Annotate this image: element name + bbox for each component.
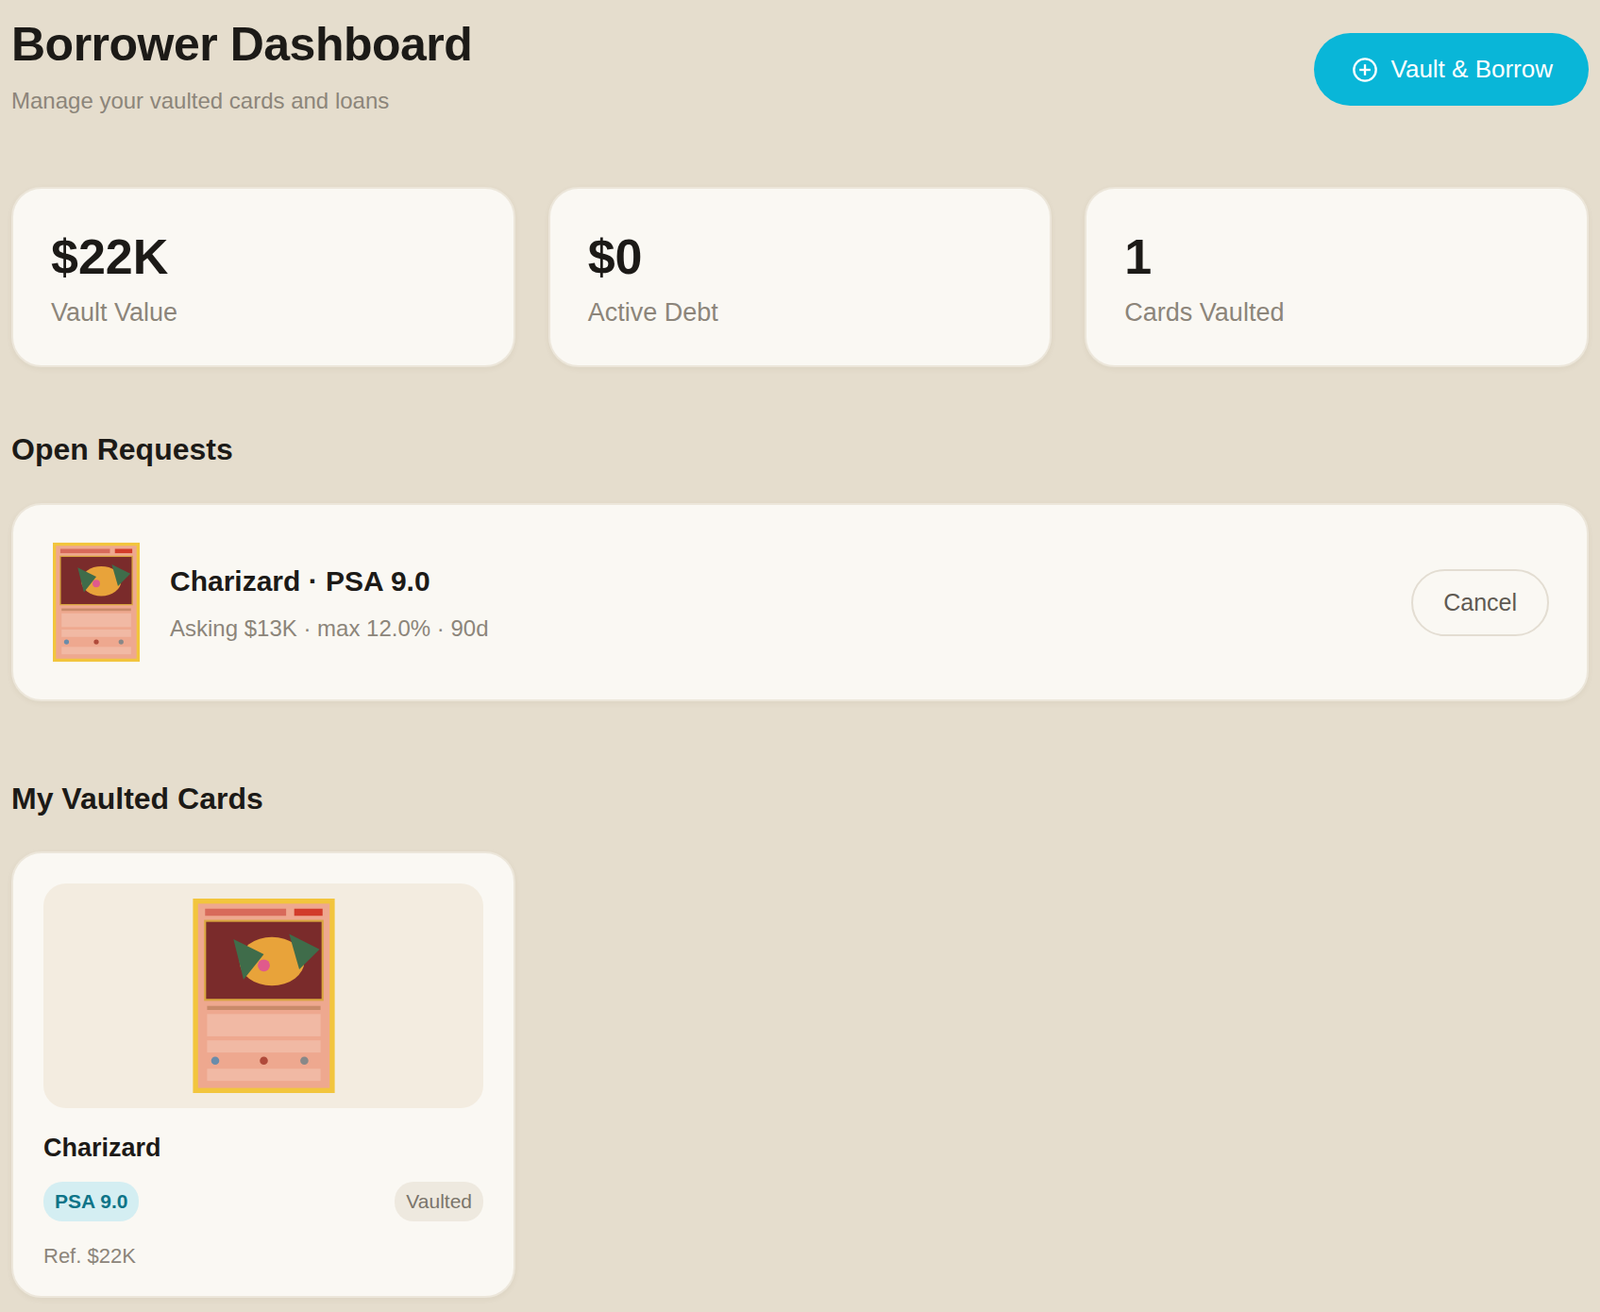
reference-value: Ref. $22K [43,1240,484,1272]
stat-card: $0 Active Debt [548,186,1053,368]
stat-label: Active Debt [588,293,1013,333]
stat-card: $22K Vault Value [11,186,516,368]
stat-label: Cards Vaulted [1124,293,1550,333]
stat-value: $0 [588,230,1013,285]
card-name: Charizard [43,1128,484,1168]
card-image-area [43,883,484,1109]
vault-borrow-button[interactable]: Vault & Borrow [1313,33,1589,106]
status-badge: Vaulted [394,1181,484,1222]
card-thumbnail [52,541,140,663]
plus-circle-icon [1351,56,1379,84]
page-subtitle: Manage your vaulted cards and loans [11,84,472,118]
cancel-button[interactable]: Cancel [1411,569,1550,637]
card-tags: PSA 9.0 Vaulted [43,1181,484,1222]
page-header: Borrower Dashboard Manage your vaulted ca… [11,18,1589,118]
vaulted-grid: Charizard PSA 9.0 Vaulted Ref. $22K [11,851,1589,1298]
request-title: Charizard · PSA 9.0 [169,559,489,603]
request-detail: Asking $13K · max 12.0% · 90d [169,611,489,646]
grade-badge: PSA 9.0 [43,1181,139,1222]
section-heading: Open Requests [11,431,1589,468]
stats-row: $22K Vault Value $0 Active Debt 1 Cards Vault… [11,186,1589,368]
request-info: Charizard · PSA 9.0 Asking $13K · max 12.… [169,559,489,646]
stat-card: 1 Cards Vaulted [1084,186,1589,368]
stat-label: Vault Value [50,293,476,333]
stat-value: $22K [50,230,476,285]
button-label: Vault & Borrow [1391,50,1553,88]
card-image [192,898,336,1094]
stat-value: 1 [1124,230,1550,285]
vaulted-card[interactable]: Charizard PSA 9.0 Vaulted Ref. $22K [11,851,516,1298]
section-heading: My Vaulted Cards [11,780,1589,817]
header-text: Borrower Dashboard Manage your vaulted ca… [11,18,472,118]
page-title: Borrower Dashboard [11,18,472,71]
request-row: Charizard · PSA 9.0 Asking $13K · max 12.… [11,503,1589,702]
